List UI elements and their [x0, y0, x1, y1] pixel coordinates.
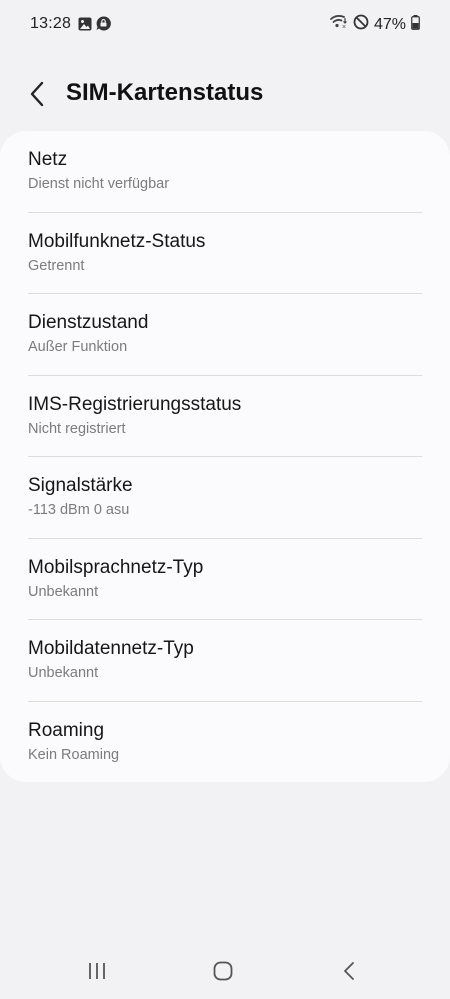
list-item-ims-registrierungsstatus[interactable]: IMS-Registrierungsstatus Nicht registrie… — [28, 376, 422, 457]
item-title: Mobilsprachnetz-Typ — [28, 556, 204, 578]
page-title: SIM-Kartenstatus — [66, 79, 264, 106]
home-icon — [213, 961, 233, 981]
list-item-netz[interactable]: Netz Dienst nicht verfügbar — [28, 131, 422, 213]
back-button[interactable] — [22, 78, 52, 110]
svg-text:×: × — [342, 24, 346, 30]
list-item-dienstzustand[interactable]: Dienstzustand Außer Funktion — [28, 294, 422, 376]
item-subtitle: Außer Funktion — [28, 339, 128, 355]
nav-back-button[interactable] — [329, 951, 369, 991]
chat-bubble-icon — [96, 16, 111, 36]
battery-percent: 47% — [373, 15, 406, 33]
item-subtitle: -113 dBm 0 asu — [28, 502, 130, 518]
chevron-left-icon — [30, 81, 44, 107]
home-button[interactable] — [203, 951, 243, 991]
image-icon — [78, 17, 92, 36]
item-title: Dienstzustand — [28, 312, 149, 333]
list-item-signalstaerke[interactable]: Signalstärke -113 dBm 0 asu — [28, 457, 422, 539]
list-item-mobilsprachnetz-typ[interactable]: Mobilsprachnetz-Typ Unbekannt — [28, 539, 422, 620]
item-subtitle: Unbekannt — [28, 665, 99, 681]
item-title: Netz — [28, 149, 68, 170]
status-bar: 13:28 × 47% — [0, 0, 450, 48]
item-title: Roaming — [28, 719, 105, 741]
item-subtitle: Unbekannt — [28, 583, 99, 600]
recents-button[interactable] — [77, 951, 117, 991]
navigation-bar — [0, 943, 450, 999]
wifi-icon: × — [330, 14, 348, 35]
status-right-icons: × 47% — [330, 14, 420, 35]
list-item-mobildatennetz-typ[interactable]: Mobildatennetz-Typ Unbekannt — [28, 620, 422, 702]
sim-status-list: Netz Dienst nicht verfügbar Mobilfunknet… — [0, 131, 450, 782]
status-left-icons — [78, 16, 111, 36]
item-title: Signalstärke — [28, 475, 133, 496]
header: SIM-Kartenstatus — [0, 72, 450, 116]
item-subtitle: Nicht registriert — [28, 420, 126, 437]
list-item-mobilfunknetz-status[interactable]: Mobilfunknetz-Status Getrennt — [28, 213, 422, 294]
recents-icon — [89, 963, 105, 979]
item-subtitle: Dienst nicht verfügbar — [28, 176, 170, 192]
item-title: Mobilfunknetz-Status — [28, 230, 206, 252]
battery-icon — [411, 14, 420, 35]
item-subtitle: Kein Roaming — [28, 746, 120, 763]
item-title: IMS-Registrierungsstatus — [28, 393, 242, 415]
back-icon — [344, 962, 354, 980]
item-title: Mobildatennetz-Typ — [28, 638, 194, 659]
item-subtitle: Getrennt — [28, 257, 85, 274]
list-item-roaming[interactable]: Roaming Kein Roaming — [28, 702, 422, 784]
status-time: 13:28 — [30, 15, 72, 32]
do-not-disturb-icon — [353, 14, 369, 35]
